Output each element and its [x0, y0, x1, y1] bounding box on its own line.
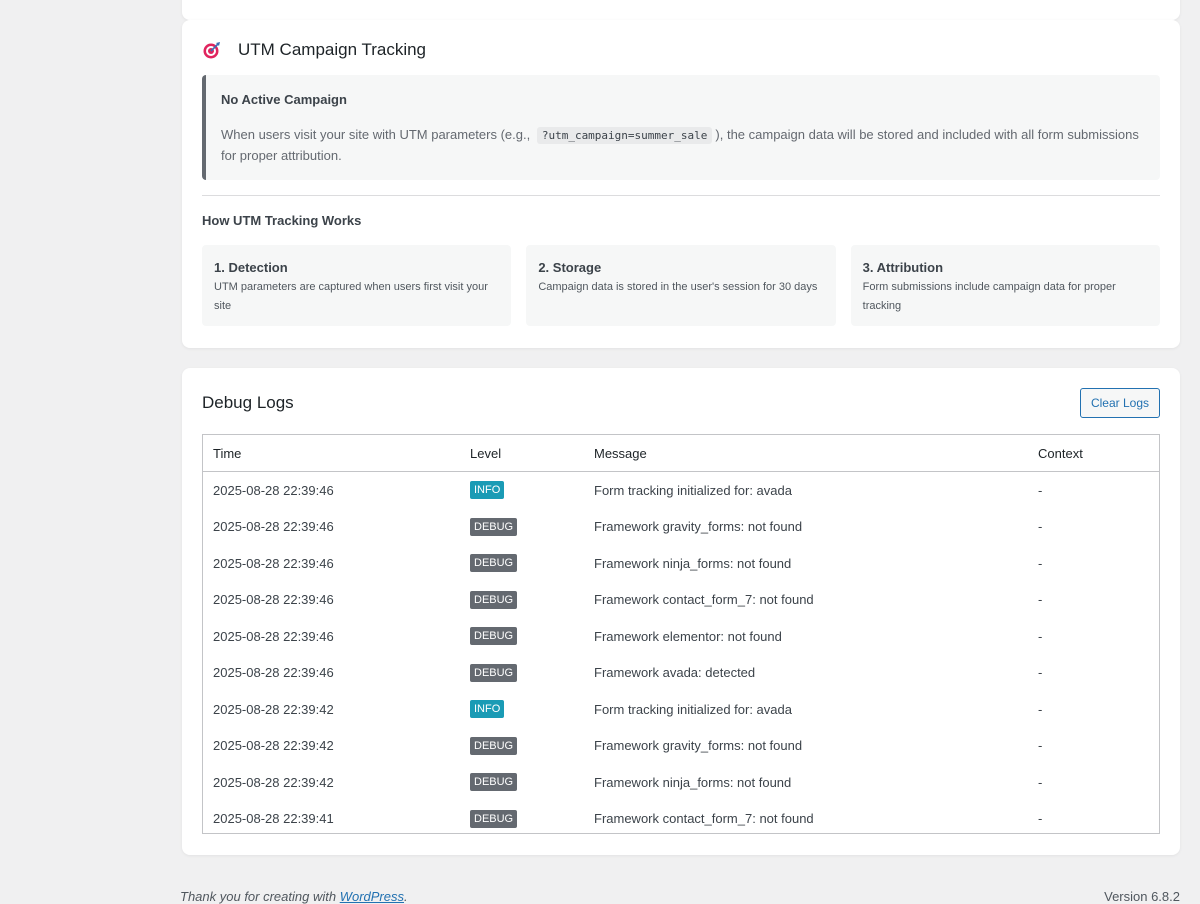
table-header-row: Time Level Message Context: [203, 435, 1159, 472]
footer-version: Version 6.8.2: [1104, 889, 1180, 904]
log-time: 2025-08-28 22:39:46: [213, 592, 334, 608]
log-message: Framework ninja_forms: not found: [594, 555, 792, 571]
log-time: 2025-08-28 22:39:42: [213, 774, 334, 790]
col-context: Context: [1028, 435, 1159, 472]
steps: 1. Detection UTM parameters are captured…: [202, 245, 1160, 326]
log-level: DEBUG: [460, 764, 584, 801]
log-context: -: [1038, 665, 1043, 681]
log-level: DEBUG: [460, 728, 584, 765]
step-title: 3. Attribution: [862, 260, 944, 275]
table-row: 2025-08-28 22:39:42 DEBUG Framework gravit…: [203, 728, 1159, 765]
log-context: -: [1038, 519, 1043, 535]
divider: [202, 195, 1160, 196]
notice-text: When users visit your site with UTM para…: [221, 125, 1145, 166]
log-time: 2025-08-28 22:39:46: [213, 555, 334, 571]
utm-example-code: ?utm_campaign=summer_sale: [536, 127, 713, 144]
debug-title: Debug Logs: [202, 393, 294, 412]
log-level: DEBUG: [460, 545, 584, 582]
table-row: 2025-08-28 22:39:42 DEBUG Framework ninja_…: [203, 764, 1159, 801]
no-campaign-notice: No Active Campaign When users visit your…: [202, 75, 1160, 180]
level-badge: DEBUG: [470, 590, 518, 609]
level-badge: DEBUG: [470, 517, 518, 536]
step-text: UTM parameters are captured when users f…: [214, 281, 488, 312]
log-time: 2025-08-28 22:39:46: [213, 665, 334, 681]
table-row: 2025-08-28 22:39:46 DEBUG Framework gravit…: [203, 509, 1159, 546]
log-context: -: [1038, 482, 1043, 498]
col-time: Time: [203, 435, 460, 472]
logs-table-container[interactable]: Time Level Message Context 2025-08-28 22…: [202, 434, 1160, 834]
log-level: INFO: [460, 691, 584, 728]
table-row: 2025-08-28 22:39:42 INFO Form tracking ini…: [203, 691, 1159, 728]
step-detection: 1. Detection UTM parameters are captured…: [202, 245, 512, 326]
log-message: Framework contact_form_7: not found: [594, 811, 814, 827]
col-level: Level: [460, 435, 584, 472]
log-time: 2025-08-28 22:39:46: [213, 519, 334, 535]
table-row: 2025-08-28 22:39:46 DEBUG Framework elemen…: [203, 618, 1159, 655]
log-context: -: [1038, 628, 1043, 644]
level-badge: DEBUG: [470, 554, 518, 573]
log-level: DEBUG: [460, 618, 584, 655]
log-time: 2025-08-28 22:39:41: [213, 811, 334, 827]
level-badge: DEBUG: [470, 627, 518, 646]
table-row: 2025-08-28 22:39:41 DEBUG Framework contac…: [203, 801, 1159, 834]
level-badge: DEBUG: [470, 809, 518, 828]
log-message: Form tracking initialized for: avada: [594, 701, 792, 717]
log-level: DEBUG: [460, 582, 584, 619]
log-level: INFO: [460, 472, 584, 509]
logs-table-body: 2025-08-28 22:39:46 INFO Form tracking ini…: [203, 472, 1159, 834]
step-storage: 2. Storage Campaign data is stored in th…: [526, 245, 836, 326]
clear-logs-button[interactable]: Clear Logs: [1079, 388, 1160, 418]
previous-card: [182, 0, 1180, 20]
level-badge: DEBUG: [470, 736, 518, 755]
log-context: -: [1038, 738, 1043, 754]
log-context: -: [1038, 701, 1043, 717]
notice-title: No Active Campaign: [221, 92, 347, 107]
footer-thanks-text: Thank you for creating with: [180, 889, 337, 904]
col-message: Message: [584, 435, 1028, 472]
utm-campaign-card: UTM Campaign Tracking No Active Campaign…: [182, 20, 1180, 348]
table-row: 2025-08-28 22:39:46 DEBUG Framework ninja_…: [203, 545, 1159, 582]
log-message: Framework contact_form_7: not found: [594, 592, 814, 608]
debug-logs-card: Debug Logs Clear Logs Time Level Message…: [182, 368, 1180, 855]
footer-thanks: Thank you for creating with WordPress.: [180, 889, 408, 904]
log-time: 2025-08-28 22:39:42: [213, 738, 334, 754]
how-title: How UTM Tracking Works: [202, 213, 362, 228]
debug-header: Debug Logs Clear Logs: [202, 388, 1160, 418]
table-row: 2025-08-28 22:39:46 DEBUG Framework contac…: [203, 582, 1159, 619]
log-level: DEBUG: [460, 801, 584, 834]
log-level: DEBUG: [460, 655, 584, 692]
table-row: 2025-08-28 22:39:46 DEBUG Framework avada:…: [203, 655, 1159, 692]
footer: Thank you for creating with WordPress. V…: [180, 889, 1180, 904]
step-text: Campaign data is stored in the user's se…: [538, 281, 818, 293]
log-time: 2025-08-28 22:39:46: [213, 482, 334, 498]
log-message: Framework avada: detected: [594, 665, 756, 681]
log-context: -: [1038, 592, 1043, 608]
utm-header: UTM Campaign Tracking: [202, 40, 1160, 60]
log-message: Framework ninja_forms: not found: [594, 774, 792, 790]
log-time: 2025-08-28 22:39:42: [213, 701, 334, 717]
step-text: Form submissions include campaign data f…: [862, 281, 1116, 312]
log-level: DEBUG: [460, 509, 584, 546]
table-row: 2025-08-28 22:39:46 INFO Form tracking ini…: [203, 472, 1159, 509]
log-message: Framework gravity_forms: not found: [594, 519, 803, 535]
log-context: -: [1038, 555, 1043, 571]
target-icon: [203, 42, 220, 59]
log-context: -: [1038, 774, 1043, 790]
log-context: -: [1038, 811, 1043, 827]
level-badge: DEBUG: [470, 663, 518, 682]
log-message: Form tracking initialized for: avada: [594, 482, 792, 498]
utm-title: UTM Campaign Tracking: [238, 40, 427, 59]
log-message: Framework gravity_forms: not found: [594, 738, 803, 754]
level-badge: INFO: [470, 700, 505, 719]
wordpress-link[interactable]: WordPress: [340, 889, 404, 904]
step-title: 2. Storage: [538, 260, 602, 275]
logs-table: Time Level Message Context 2025-08-28 22…: [203, 435, 1159, 834]
log-message: Framework elementor: not found: [594, 628, 782, 644]
log-time: 2025-08-28 22:39:46: [213, 628, 334, 644]
step-attribution: 3. Attribution Form submissions include …: [850, 245, 1160, 326]
step-title: 1. Detection: [214, 260, 288, 275]
level-badge: DEBUG: [470, 773, 518, 792]
notice-text-before: When users visit your site with UTM para…: [221, 127, 531, 142]
level-badge: INFO: [470, 481, 505, 500]
